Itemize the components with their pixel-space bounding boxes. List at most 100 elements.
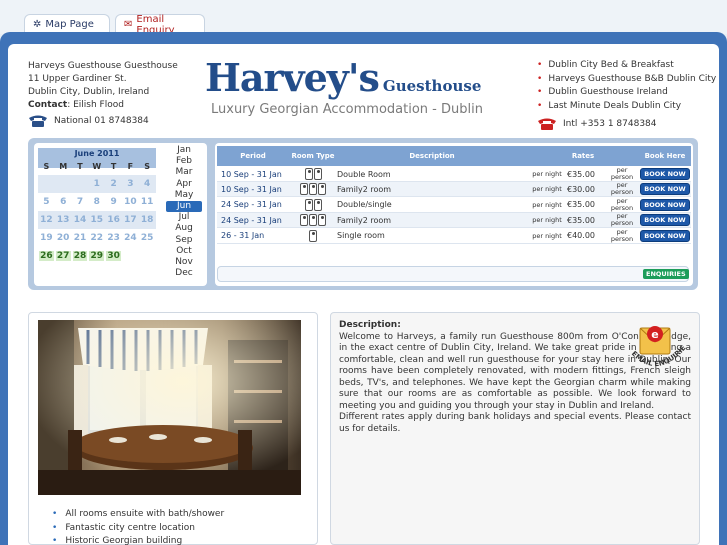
person-icon <box>318 214 326 227</box>
national-phone-text: National 01 8748384 <box>54 116 149 126</box>
per-night-label: per night <box>532 216 562 225</box>
contact-label: Contact <box>28 100 68 110</box>
enquiries-row <box>217 266 689 282</box>
calendar-day: 12 <box>40 215 53 225</box>
tab-email-enquiry[interactable]: ✉ Email Enquiry <box>115 14 205 36</box>
header-link[interactable]: Dublin Guesthouse Ireland <box>537 86 716 100</box>
rate-description: Double/single <box>337 200 392 210</box>
room-type-icons <box>289 198 337 211</box>
book-now-button[interactable]: BOOK NOW <box>640 183 690 196</box>
calendar-day: 1 <box>93 179 100 189</box>
calendar-week: 5 6 7 8 9 10 11 <box>38 193 156 211</box>
calendar-dow-row: S M T W T F S <box>38 157 156 175</box>
per-person-label: per person <box>610 166 634 181</box>
month-item[interactable]: Jan <box>166 145 202 156</box>
header-link[interactable]: Harveys Guesthouse B&B Dublin City <box>537 73 716 87</box>
telephone-icon <box>29 115 47 127</box>
calendar-day-available[interactable]: 27 <box>55 251 71 261</box>
rate-price: €35.00 <box>567 200 595 210</box>
rate-row: 10 Sep - 31 Jan Double Room per night €35.0… <box>217 167 691 182</box>
person-icon <box>309 214 317 227</box>
book-cell: BOOK NOW <box>639 214 691 227</box>
calendar-day: 9 <box>110 197 117 207</box>
telephone-icon <box>538 118 556 130</box>
calendar-day: 4 <box>144 179 151 189</box>
rate-price: €30.00 <box>567 184 595 194</box>
description-heading-text: Description: <box>339 320 401 330</box>
enquiries-button[interactable]: ENQUIRIES <box>643 269 689 279</box>
person-icon <box>304 198 313 211</box>
logo-name: Harvey's <box>205 55 380 100</box>
dow-label: S <box>144 161 151 171</box>
rate-row: 24 Sep - 31 Jan Family2 room per night €35.… <box>217 213 691 229</box>
dow-label: F <box>127 161 134 171</box>
rate-description: Double Room <box>337 169 391 179</box>
month-item[interactable]: Oct <box>166 246 202 257</box>
header-book: Book Here <box>644 152 686 160</box>
month-item[interactable]: Dec <box>166 268 202 279</box>
calendar-day: 15 <box>90 215 104 225</box>
month-item[interactable]: Apr <box>166 179 202 190</box>
logo-suffix: Guesthouse <box>382 77 482 95</box>
month-item[interactable]: Sep <box>166 235 202 246</box>
calendar-day-available[interactable]: 30 <box>106 251 121 261</box>
calendar-day: 21 <box>73 233 87 243</box>
feature-item: Fantastic city centre location <box>52 522 224 536</box>
calendar-week: 1 2 3 4 <box>38 175 156 193</box>
logo-tagline: Luxury Georgian Accommodation - Dublin <box>211 102 483 117</box>
book-cell: BOOK NOW <box>639 183 691 196</box>
calendar-week: 12 13 14 15 16 17 18 <box>38 211 156 229</box>
calendar-day: 13 <box>56 215 70 225</box>
person-icon <box>309 229 317 242</box>
header-links: Dublin City Bed & Breakfast Harveys Gues… <box>537 59 716 113</box>
map-icon: ✲ <box>33 19 42 30</box>
person-icon <box>313 168 322 180</box>
site-logo[interactable]: Harvey's Guesthouse Luxury Georgian Accom… <box>205 55 505 118</box>
person-icon <box>300 183 308 196</box>
per-person-label: per person <box>610 196 634 212</box>
calendar-day: 6 <box>60 197 67 207</box>
person-icon <box>313 198 322 211</box>
calendar-day: 2 <box>110 179 117 189</box>
intl-phone: Intl +353 1 8748384 <box>537 117 657 131</box>
month-item[interactable]: Aug <box>166 223 202 234</box>
calendar-day-available[interactable]: 28 <box>72 251 88 261</box>
calendar-day: 7 <box>76 197 84 207</box>
calendar-day-available[interactable]: 26 <box>39 251 54 261</box>
features-list: All rooms ensuite with bath/shower Fanta… <box>52 508 224 545</box>
month-item[interactable]: Nov <box>166 257 202 268</box>
header-description: Description <box>409 152 455 160</box>
book-now-button[interactable]: BOOK NOW <box>640 229 690 242</box>
rates-header: Period Room Type Description Rates Book … <box>217 146 691 166</box>
header-link[interactable]: Last Minute Deals Dublin City <box>537 100 716 114</box>
book-now-button[interactable]: BOOK NOW <box>640 168 690 180</box>
month-item[interactable]: Feb <box>166 156 202 167</box>
rate-period: 26 - 31 Jan <box>221 231 265 241</box>
calendar-day: 18 <box>140 215 154 225</box>
envelope-icon: ✉ <box>124 19 133 30</box>
month-item[interactable]: Mar <box>166 167 202 178</box>
contact-line: Contact: Eilish Flood <box>28 99 178 112</box>
calendar-day: 11 <box>140 197 154 207</box>
badge-letter: e <box>651 328 658 341</box>
description-heading: Description: <box>339 320 613 332</box>
per-person-label: per person <box>610 227 634 243</box>
dow-label: S <box>43 161 50 171</box>
calendar-grid: S M T W T F S 1 2 3 4 5 6 7 8 9 10 11 12… <box>38 157 156 265</box>
per-night-label: per night <box>532 170 562 178</box>
month-item[interactable]: May <box>166 190 202 201</box>
month-item-selected[interactable]: Jun <box>166 201 202 213</box>
per-person-label: per person <box>610 181 634 197</box>
tab-map-page-label: Map Page <box>45 19 94 30</box>
calendar-day-available[interactable]: 29 <box>89 251 105 261</box>
room-type-icons <box>289 168 337 180</box>
email-enquiries-badge[interactable]: e EMAIL ENQUIRIES <box>618 322 692 374</box>
rate-price: €40.00 <box>567 231 595 241</box>
dow-label: M <box>59 161 68 171</box>
book-now-button[interactable]: BOOK NOW <box>640 214 690 227</box>
book-now-button[interactable]: BOOK NOW <box>640 198 690 211</box>
tab-map-page[interactable]: ✲ Map Page <box>24 14 110 34</box>
month-item[interactable]: Jul <box>166 212 202 223</box>
header-link[interactable]: Dublin City Bed & Breakfast <box>537 59 716 73</box>
rate-description: Family2 room <box>337 184 392 194</box>
